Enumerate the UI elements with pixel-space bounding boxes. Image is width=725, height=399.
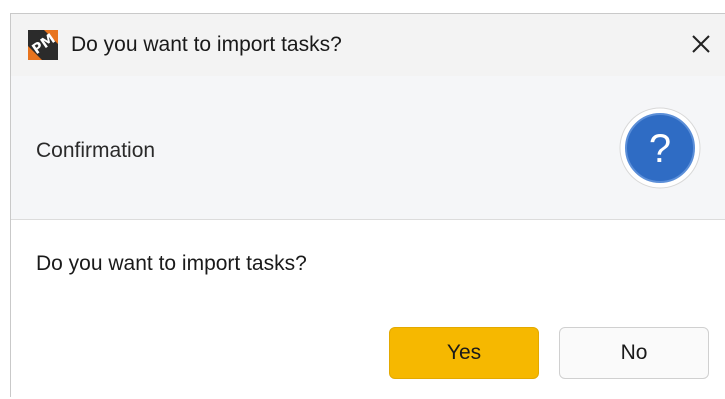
close-button[interactable] — [685, 26, 717, 62]
title-bar: PM Do you want to import tasks? — [11, 14, 725, 76]
yes-button-label: Yes — [446, 341, 482, 364]
header-panel: Confirmation ? — [11, 76, 725, 220]
header-label: Confirmation — [36, 139, 156, 162]
question-icon: ? — [619, 107, 701, 189]
no-button-label: No — [620, 341, 648, 364]
no-button[interactable]: No — [559, 327, 709, 379]
yes-button[interactable]: Yes — [389, 327, 539, 379]
question-glyph: ? — [649, 127, 671, 171]
app-icon: PM — [28, 30, 58, 60]
close-icon — [692, 35, 710, 53]
confirmation-dialog: PM Do you want to import tasks? Confirma… — [10, 13, 725, 397]
window-title: Do you want to import tasks? — [71, 33, 342, 56]
message-text: Do you want to import tasks? — [36, 252, 307, 275]
pm-logo-icon: PM — [28, 30, 58, 60]
